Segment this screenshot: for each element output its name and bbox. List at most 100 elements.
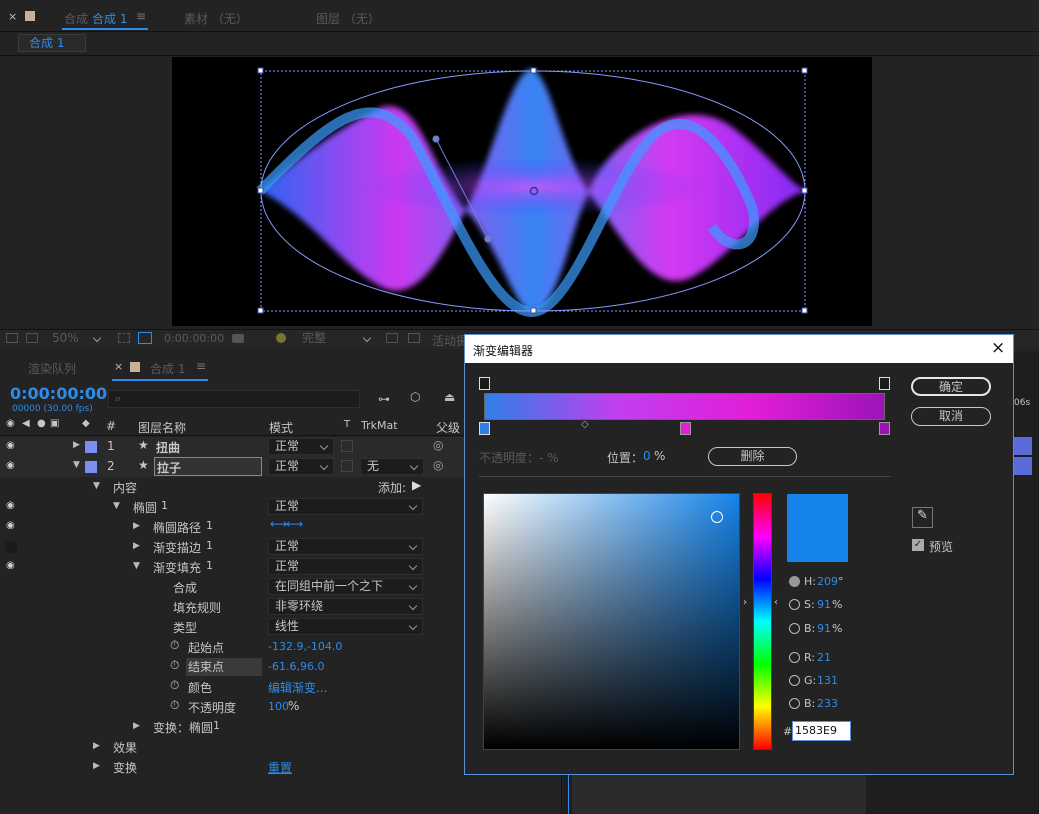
stopwatch-icon[interactable]: ⏱ <box>170 698 179 713</box>
saturation-brightness-field[interactable] <box>483 493 740 750</box>
h-value[interactable]: 209 <box>817 575 838 588</box>
composition-canvas[interactable] <box>172 57 872 326</box>
trkmat-dropdown[interactable]: 无 <box>360 458 424 475</box>
eye-icon[interactable]: ◉ <box>6 441 20 451</box>
blend-mode-dropdown[interactable]: 正常 <box>268 558 423 575</box>
gradient-preview-bar[interactable] <box>484 393 885 420</box>
label-swatch[interactable] <box>85 461 97 473</box>
midpoint-diamond-icon[interactable]: ◇ <box>581 419 589 430</box>
preview-checkbox[interactable]: ✓ <box>912 539 924 551</box>
r-value[interactable]: 21 <box>817 651 831 664</box>
opacity-stop-right[interactable] <box>879 377 890 390</box>
close-icon[interactable]: × <box>8 10 17 23</box>
cancel-button[interactable]: 取消 <box>911 407 991 426</box>
collapse-arrow-icon[interactable]: ▼ <box>73 460 80 470</box>
layer-mode-dropdown[interactable]: 正常 <box>268 438 334 455</box>
expand-arrow-icon[interactable]: ▶ <box>133 721 140 731</box>
path-direction-reverse-icon[interactable]: ⟷ <box>286 517 303 531</box>
layer-name-box[interactable]: 拉子 <box>154 457 262 476</box>
color-channel-icon[interactable] <box>276 333 286 343</box>
layer-name[interactable]: 扭曲 <box>156 439 180 456</box>
eyedropper-button[interactable]: ✎ <box>912 507 933 528</box>
grid-icon[interactable] <box>408 333 420 343</box>
stopwatch-icon[interactable]: ⏱ <box>170 678 179 693</box>
menu-icon[interactable]: ≡ <box>196 359 206 373</box>
eye-icon[interactable]: ◉ <box>6 461 20 471</box>
views-icon[interactable] <box>386 333 398 343</box>
region-icon[interactable] <box>118 333 130 343</box>
col-trkmat[interactable]: TrkMat <box>361 419 398 432</box>
blend-mode-dropdown[interactable]: 正常 <box>268 538 423 555</box>
audio-icon[interactable]: ◀ <box>22 418 30 429</box>
composite-dropdown[interactable]: 在同组中前一个之下 <box>268 578 423 595</box>
expand-arrow-icon[interactable]: ▶ <box>133 541 140 551</box>
monitor-icon[interactable] <box>26 333 38 343</box>
snapshot-icon[interactable] <box>6 333 18 343</box>
radio-r[interactable] <box>789 652 800 663</box>
collapse-arrow-icon[interactable]: ▼ <box>113 501 120 511</box>
stopwatch-icon[interactable]: ⏱ <box>170 638 179 653</box>
opacity-value[interactable]: 100 <box>268 700 289 713</box>
hue-slider[interactable] <box>753 493 772 750</box>
eye-icon[interactable]: ◉ <box>6 521 20 531</box>
col-mode[interactable]: 模式 <box>269 419 293 436</box>
draft-3d-icon[interactable]: ⬡ <box>410 390 420 404</box>
camera-icon[interactable] <box>232 334 244 343</box>
transparency-grid-icon[interactable] <box>138 332 152 344</box>
pickwhip-icon[interactable]: ◎ <box>433 458 443 472</box>
lock-icon[interactable]: ▣ <box>50 418 59 429</box>
expand-arrow-icon[interactable]: ▶ <box>73 440 80 450</box>
expand-arrow-icon[interactable]: ▶ <box>93 761 100 771</box>
start-point-value[interactable]: -132.9,-104.0 <box>268 640 342 653</box>
search-input[interactable]: ⌕ <box>108 390 360 408</box>
eye-off-box[interactable] <box>5 541 17 553</box>
add-icon[interactable]: ▶ <box>412 478 421 492</box>
collapse-arrow-icon[interactable]: ▼ <box>93 481 100 491</box>
blend-mode-dropdown[interactable]: 正常 <box>268 498 423 515</box>
eye-icon[interactable]: ◉ <box>6 501 20 511</box>
video-switch-icon[interactable]: ◉ <box>6 418 15 429</box>
solo-icon[interactable]: ● <box>37 418 46 429</box>
fill-rule-dropdown[interactable]: 非零环绕 <box>268 598 423 615</box>
subtab-chip[interactable]: 合成 1 <box>18 34 86 52</box>
col-parent[interactable]: 父级 <box>436 419 460 436</box>
blue-value[interactable]: 233 <box>817 697 838 710</box>
expand-arrow-icon[interactable]: ▶ <box>133 521 140 531</box>
quality-dropdown[interactable]: 完整 <box>296 331 376 348</box>
preserve-transparency-checkbox[interactable] <box>341 460 353 472</box>
zoom-dropdown[interactable]: 50% <box>46 331 106 348</box>
preserve-transparency-checkbox[interactable] <box>341 440 353 452</box>
close-icon[interactable]: × <box>114 360 123 373</box>
expand-arrow-icon[interactable]: ▶ <box>93 741 100 751</box>
picker-cursor[interactable] <box>711 511 723 523</box>
timeline-comp-tab[interactable]: 合成 1 <box>150 360 185 377</box>
eye-icon[interactable]: ◉ <box>6 561 20 571</box>
ok-button[interactable]: 确定 <box>911 377 991 396</box>
edit-gradient-link[interactable]: 编辑渐变... <box>268 679 327 696</box>
radio-h[interactable] <box>789 576 800 587</box>
timecode[interactable]: 0:00:00:00 <box>10 384 107 403</box>
col-layer-name[interactable]: 图层名称 <box>138 419 186 436</box>
pickwhip-icon[interactable]: ◎ <box>433 438 443 452</box>
opacity-stop-left[interactable] <box>479 377 490 390</box>
shy-icon[interactable]: ⏏ <box>444 390 455 404</box>
g-value[interactable]: 131 <box>817 674 838 687</box>
menu-icon[interactable]: ≡ <box>136 9 146 23</box>
color-stop-selected[interactable] <box>479 422 490 435</box>
collapse-arrow-icon[interactable]: ▼ <box>133 561 140 571</box>
type-dropdown[interactable]: 线性 <box>268 618 423 635</box>
comp-tab[interactable]: 合成 1 <box>92 10 127 27</box>
position-value[interactable]: 0 <box>643 449 651 463</box>
delete-button[interactable]: 删除 <box>708 447 797 466</box>
radio-b[interactable] <box>789 623 800 634</box>
color-stop-right[interactable] <box>879 422 890 435</box>
hue-arrow-right-icon[interactable]: ‹ <box>774 597 778 608</box>
s-value[interactable]: 91 <box>817 598 831 611</box>
layer-mode-dropdown[interactable]: 正常 <box>268 458 334 475</box>
radio-g[interactable] <box>789 675 800 686</box>
stopwatch-icon[interactable]: ⏱ <box>170 658 179 673</box>
reset-link[interactable]: 重置 <box>268 759 292 776</box>
hue-arrow-left-icon[interactable]: › <box>743 597 747 608</box>
footage-tab[interactable]: 素材 （无） <box>184 10 248 27</box>
render-queue-tab[interactable]: 渲染队列 <box>28 360 76 377</box>
